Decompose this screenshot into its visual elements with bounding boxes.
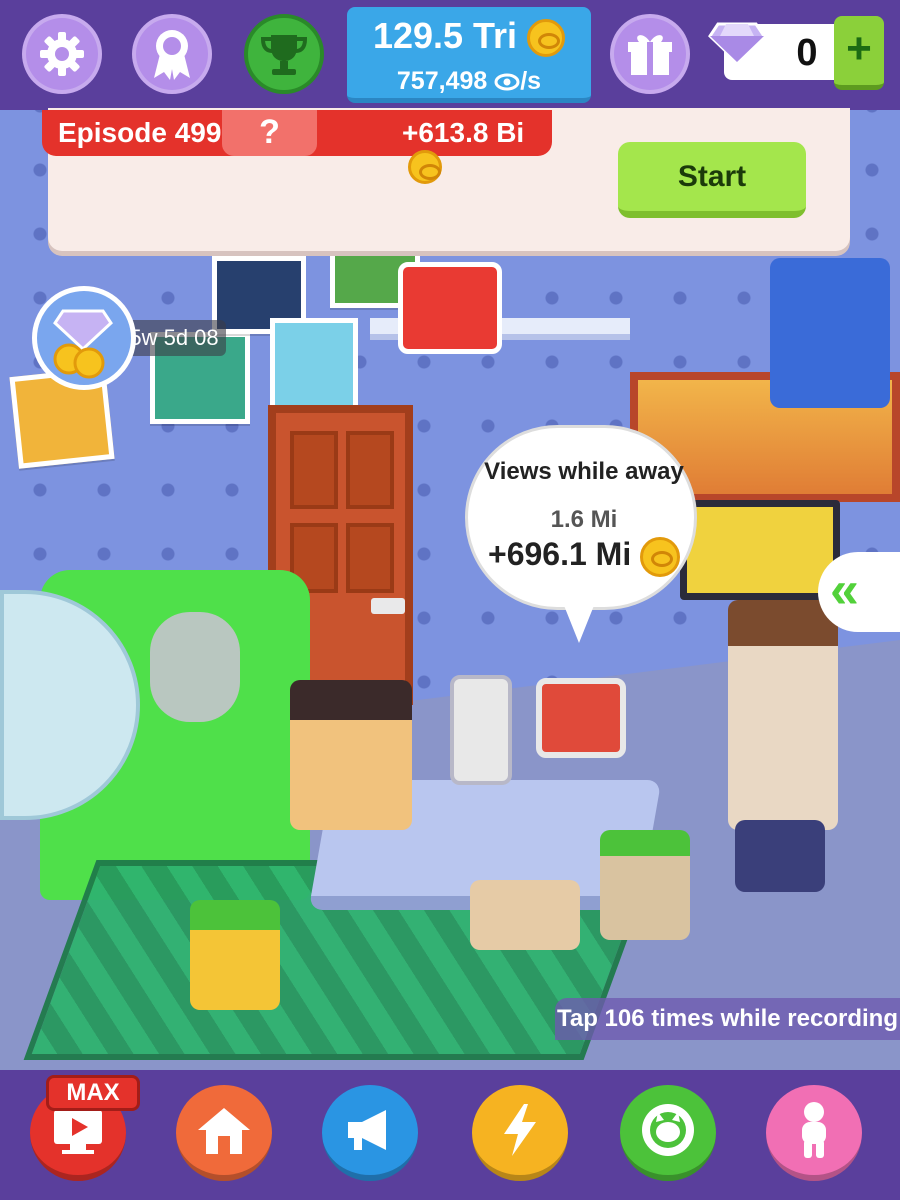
- ribbon-icon: [154, 30, 190, 80]
- views-rate: 757,498 /s: [396, 67, 542, 95]
- event-badge-button[interactable]: [32, 286, 136, 390]
- away-rate: 1.6 Mi: [550, 506, 618, 533]
- achievements-button[interactable]: [132, 14, 212, 94]
- trophy-icon: [260, 35, 308, 75]
- nav-boost-button[interactable]: [472, 1085, 568, 1181]
- settings-button[interactable]: [22, 14, 102, 94]
- owl-statue: [150, 612, 240, 722]
- megaphone-icon: [348, 1110, 386, 1150]
- video-icon: [54, 1110, 102, 1154]
- mail-carrier-character[interactable]: [770, 258, 890, 408]
- start-episode-button[interactable]: Start: [618, 142, 806, 218]
- lightning-icon: [504, 1104, 536, 1156]
- diamond-icon: [708, 22, 766, 64]
- nav-character-button[interactable]: [766, 1085, 862, 1181]
- gift-button[interactable]: [610, 14, 690, 94]
- away-coin-icon: [640, 536, 681, 577]
- gear-icon: [40, 32, 84, 76]
- gift-icon: [628, 35, 672, 75]
- side-panel-toggle[interactable]: «: [818, 552, 900, 632]
- trophies-button[interactable]: [244, 14, 324, 94]
- add-gems-button[interactable]: +: [834, 16, 884, 90]
- episode-mystery-slot[interactable]: ?: [222, 110, 317, 156]
- views-total: 129.5 Tri: [347, 15, 591, 58]
- cowboy-character[interactable]: [728, 600, 838, 830]
- pc-tower: [450, 675, 512, 785]
- streamer-character[interactable]: [290, 680, 412, 830]
- episode-header: Episode 499 ? +613.8 Bi: [42, 110, 552, 184]
- home-icon: [198, 1108, 250, 1154]
- nav-pets-button[interactable]: [620, 1085, 716, 1181]
- cat-icon: [642, 1104, 694, 1156]
- tv-monitor: [680, 500, 840, 600]
- pineapple-guitarist[interactable]: [190, 900, 280, 1010]
- views-while-away-bubble[interactable]: Views while away 1.6 Mi +696.1 Mi: [465, 425, 698, 643]
- max-badge: MAX: [46, 1075, 140, 1111]
- gems-count: 0: [796, 32, 818, 74]
- away-total: +696.1 Mi: [488, 536, 698, 577]
- episode-reward: +613.8 Bi: [402, 117, 552, 184]
- views-currency-panel[interactable]: 129.5 Tri 757,498 /s: [347, 7, 591, 103]
- person-icon: [802, 1102, 826, 1158]
- reward-coin-icon: [408, 149, 442, 184]
- shop-icon[interactable]: [398, 262, 502, 354]
- views-coin-icon: [527, 19, 566, 58]
- desk-monitor: [536, 678, 626, 758]
- away-title: Views while away: [484, 458, 684, 485]
- event-timer: 5w 5d 08: [122, 320, 226, 356]
- eye-icon: [494, 73, 520, 91]
- pug-pet[interactable]: [600, 830, 690, 940]
- gems-coins-icon: [53, 309, 113, 379]
- video-camera: [735, 820, 825, 892]
- episode-title: Episode 499: [58, 117, 222, 148]
- cat-pet[interactable]: [470, 880, 580, 950]
- nav-promote-button[interactable]: [322, 1085, 418, 1181]
- nav-home-button[interactable]: [176, 1085, 272, 1181]
- recording-hint: Tap 106 times while recording: [555, 998, 900, 1040]
